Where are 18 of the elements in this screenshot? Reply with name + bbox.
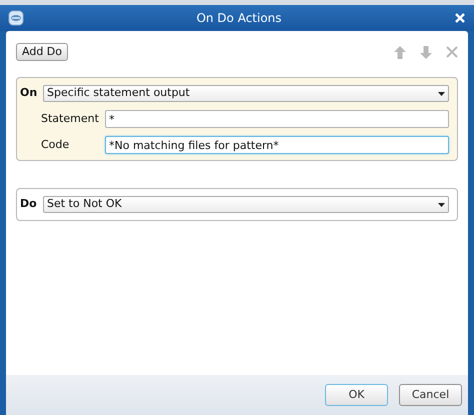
dropdown-value: Set to Not OK [47, 196, 123, 212]
trigger-dropdown[interactable]: Specific statement output [43, 85, 449, 102]
do-label: Do [19, 196, 38, 212]
ok-button[interactable]: OK [325, 384, 388, 406]
window-title: On Do Actions [196, 11, 282, 25]
close-icon[interactable] [454, 12, 466, 24]
dropdown-caret-icon [438, 202, 445, 206]
add-do-button[interactable]: Add Do [16, 43, 68, 61]
field-label: Code [41, 136, 70, 153]
dropdown-caret-icon [438, 92, 445, 96]
text-field[interactable]: * [105, 110, 449, 128]
cancel-button[interactable]: Cancel [399, 384, 462, 406]
dropdown-value: Specific statement output [47, 85, 191, 102]
on-label: On [19, 85, 38, 102]
field-label: Statement [41, 110, 100, 127]
text-field[interactable]: *No matching files for pattern* [105, 136, 449, 154]
app-icon [8, 10, 24, 26]
action-dropdown[interactable]: Set to Not OK [43, 196, 449, 213]
